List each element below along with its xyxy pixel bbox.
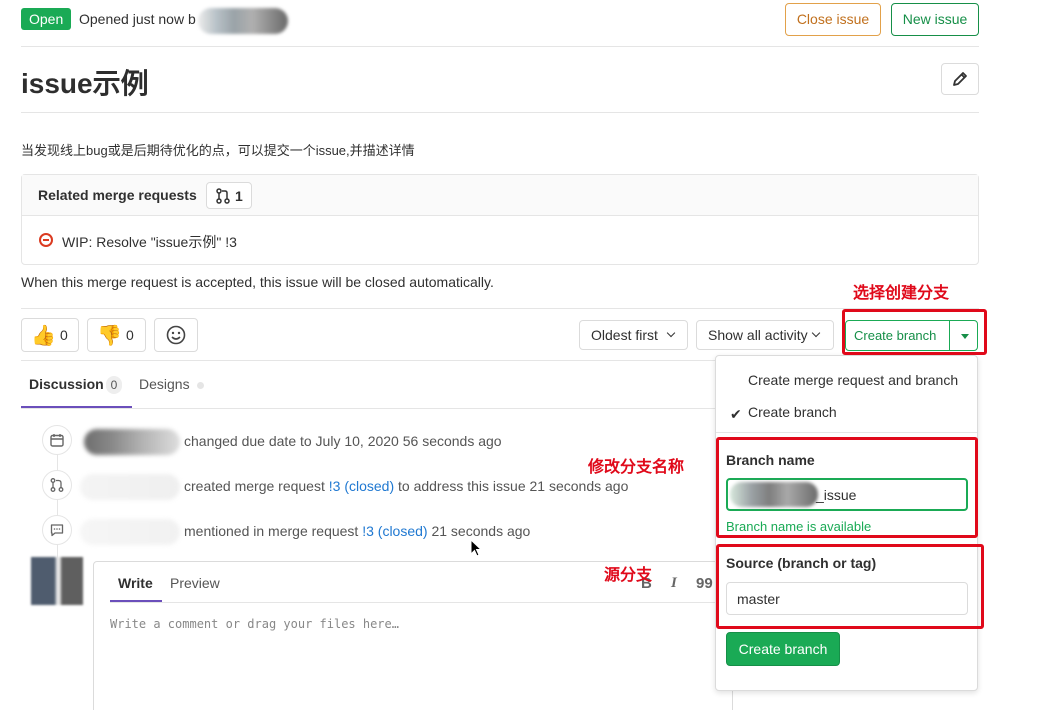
merge-request-link[interactable]: !3 (closed) bbox=[362, 523, 427, 539]
related-mr-count-badge: 1 bbox=[206, 182, 252, 209]
avatar bbox=[31, 557, 83, 605]
mouse-cursor-icon bbox=[470, 539, 482, 557]
check-icon: ✔ bbox=[730, 406, 742, 422]
tab-discussion[interactable]: Discussion bbox=[29, 376, 104, 392]
merge-request-icon bbox=[50, 478, 64, 492]
timeline-mr-node bbox=[42, 470, 72, 500]
annotation-box-create-branch bbox=[842, 309, 987, 355]
related-mr-count: 1 bbox=[235, 188, 243, 204]
add-reaction-button[interactable] bbox=[154, 318, 198, 352]
user-name-redacted bbox=[80, 474, 180, 500]
divider bbox=[21, 408, 715, 409]
tab-preview[interactable]: Preview bbox=[170, 575, 220, 591]
sort-label: Oldest first bbox=[591, 327, 658, 343]
merge-request-link[interactable]: !3 (closed) bbox=[329, 478, 394, 494]
chevron-down-icon bbox=[811, 328, 821, 338]
thumbsup-icon: 👍 bbox=[31, 325, 56, 347]
comment-textarea[interactable]: Write a comment or drag your files here… bbox=[110, 617, 399, 631]
timeline-comment-node bbox=[42, 515, 72, 545]
event-text: 21 seconds ago bbox=[427, 523, 531, 539]
annotation-box-branch-name bbox=[716, 437, 978, 538]
author-name-redacted bbox=[198, 8, 288, 34]
thumbsdown-award-button[interactable]: 👎 0 bbox=[87, 318, 146, 352]
event-text: mentioned in merge request bbox=[184, 523, 363, 539]
edit-title-button[interactable] bbox=[941, 63, 979, 95]
related-merge-requests-panel: Related merge requests 1 WIP: Resolve "i… bbox=[21, 174, 979, 265]
event-text: to address this issue 21 seconds ago bbox=[394, 478, 629, 494]
divider bbox=[21, 308, 979, 309]
comment-icon bbox=[50, 524, 64, 537]
merge-request-icon bbox=[216, 188, 230, 204]
calendar-icon bbox=[50, 434, 64, 447]
divider bbox=[716, 432, 977, 433]
option-create-branch[interactable]: Create branch bbox=[748, 404, 837, 420]
italic-icon[interactable]: I bbox=[671, 575, 677, 592]
divider bbox=[21, 360, 715, 361]
activity-filter-dropdown[interactable]: Show all activity bbox=[696, 320, 834, 350]
create-branch-submit-button[interactable]: Create branch bbox=[726, 632, 840, 666]
timeline-event-created-mr: created merge request !3 (closed) to add… bbox=[184, 478, 628, 494]
user-name-redacted bbox=[84, 429, 180, 455]
annotation-source-branch: 源分支 bbox=[604, 567, 653, 584]
pencil-icon bbox=[953, 72, 967, 86]
smiley-icon bbox=[166, 325, 186, 345]
option-create-mr-and-branch[interactable]: Create merge request and branch bbox=[748, 372, 958, 388]
close-issue-button[interactable]: Close issue bbox=[785, 3, 881, 36]
issue-title: issue示例 bbox=[21, 68, 149, 99]
annotation-select-branch: 选择创建分支 bbox=[853, 285, 950, 302]
activity-filter-label: Show all activity bbox=[708, 327, 808, 343]
quote-icon[interactable]: 99 bbox=[696, 575, 713, 592]
tab-write[interactable]: Write bbox=[118, 575, 153, 591]
closed-mr-icon bbox=[39, 233, 53, 247]
related-mr-header: Related merge requests 1 bbox=[22, 175, 978, 216]
divider bbox=[110, 602, 730, 603]
sort-dropdown[interactable]: Oldest first bbox=[579, 320, 688, 350]
opened-by-text: Opened just now b bbox=[79, 11, 196, 27]
timeline-calendar-node bbox=[42, 425, 72, 455]
thumbsdown-count: 0 bbox=[126, 327, 134, 343]
annotation-box-source bbox=[716, 544, 984, 629]
related-mr-title: Related merge requests bbox=[38, 187, 197, 203]
event-text: created merge request bbox=[184, 478, 329, 494]
chevron-down-icon bbox=[666, 328, 676, 338]
related-mr-link[interactable]: WIP: Resolve "issue示例" !3 bbox=[62, 232, 237, 252]
thumbsdown-icon: 👎 bbox=[97, 325, 122, 347]
tab-designs[interactable]: Designs bbox=[139, 376, 190, 392]
divider bbox=[21, 112, 979, 113]
discussion-count-badge: 0 bbox=[106, 376, 122, 394]
new-issue-button[interactable]: New issue bbox=[891, 3, 979, 36]
user-name-redacted bbox=[80, 519, 180, 545]
annotation-edit-branch-name: 修改分支名称 bbox=[588, 459, 685, 476]
status-badge: Open bbox=[21, 8, 72, 30]
auto-close-note: When this merge request is accepted, thi… bbox=[21, 274, 494, 290]
divider bbox=[21, 46, 979, 47]
issue-description: 当发现线上bug或是后期待优化的点，可以提交一个issue,并描述详情 bbox=[21, 143, 415, 158]
designs-count-dot bbox=[197, 382, 204, 389]
thumbsup-award-button[interactable]: 👍 0 bbox=[21, 318, 79, 352]
timeline-event-mentioned: mentioned in merge request !3 (closed) 2… bbox=[184, 523, 530, 539]
timeline-event-due-date: changed due date to July 10, 2020 56 sec… bbox=[184, 433, 502, 449]
thumbsup-count: 0 bbox=[60, 327, 68, 343]
